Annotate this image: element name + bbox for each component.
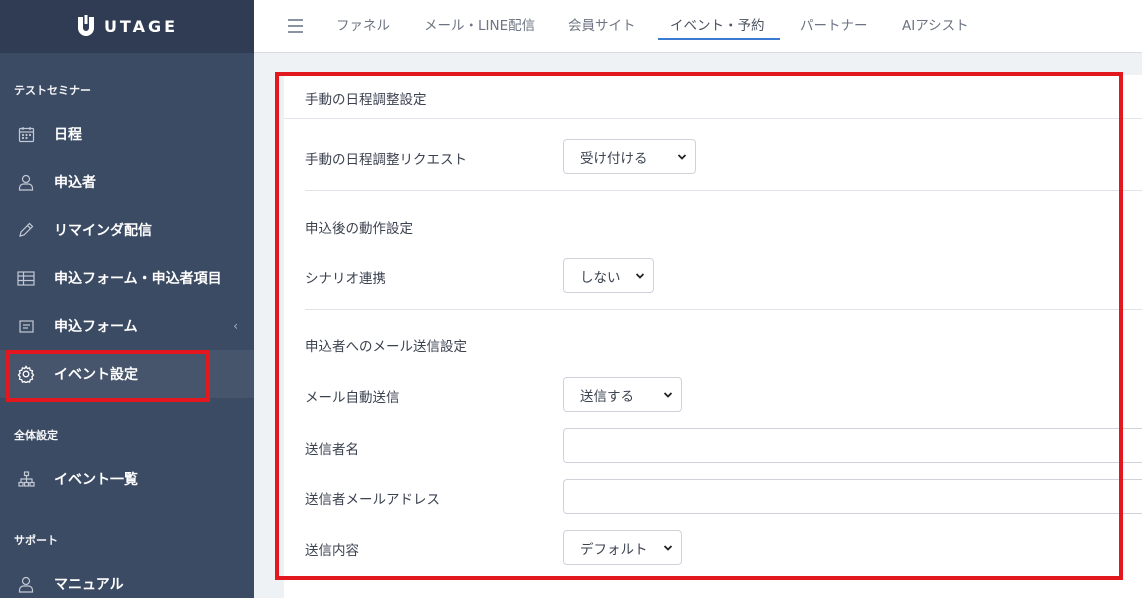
mail-heading: 申込者へのメール送信設定 <box>305 339 467 355</box>
form-icon <box>17 317 35 335</box>
hamburger-menu-icon[interactable] <box>288 19 303 33</box>
sidebar-item-form-fields[interactable]: 申込フォーム・申込者項目 <box>0 254 254 302</box>
chevron-down-icon <box>635 272 645 279</box>
content-select[interactable]: デフォルト <box>563 530 682 565</box>
after-apply-heading: 申込後の動作設定 <box>305 221 413 237</box>
sender-email-label: 送信者メールアドレス <box>305 492 440 508</box>
sender-name-label: 送信者名 <box>305 442 359 458</box>
sidebar-item-label: 申込フォーム <box>54 319 138 335</box>
chevron-down-icon <box>663 391 673 398</box>
manual-request-label: 手動の日程調整リクエスト <box>305 152 467 168</box>
scenario-value: しない <box>580 269 621 286</box>
tab-ai-assist[interactable]: AIアシスト <box>902 0 969 53</box>
user-icon <box>17 575 35 593</box>
card-header-title: 手動の日程調整設定 <box>305 92 427 108</box>
section-title-global: 全体設定 <box>14 429 58 442</box>
sidebar-item-label: 申込フォーム・申込者項目 <box>54 271 222 287</box>
chevron-down-icon <box>663 544 673 551</box>
logo-text: UTAGE <box>103 17 179 36</box>
tab-member-site[interactable]: 会員サイト <box>568 0 636 53</box>
content-value: デフォルト <box>580 541 648 558</box>
section-title-event: テストセミナー <box>14 84 91 97</box>
sidebar-item-reminder[interactable]: リマインダ配信 <box>0 206 254 254</box>
tab-mail-line[interactable]: メール・LINE配信 <box>424 0 535 53</box>
content-label: 送信内容 <box>305 543 359 559</box>
utage-logo-icon <box>77 14 94 36</box>
sitemap-icon <box>17 470 35 488</box>
chevron-left-icon: ‹ <box>233 319 238 333</box>
sidebar-item-manual[interactable]: マニュアル <box>0 560 254 598</box>
sidebar-item-label: イベント一覧 <box>54 472 138 488</box>
manual-request-select[interactable]: 受け付ける <box>563 139 696 174</box>
divider <box>305 190 1142 191</box>
sender-name-input[interactable] <box>563 428 1142 463</box>
table-icon <box>17 269 35 287</box>
user-icon <box>17 173 35 191</box>
sidebar-item-label: リマインダ配信 <box>54 223 152 239</box>
tab-event-reservation[interactable]: イベント・予約 <box>670 0 765 53</box>
divider <box>305 309 1142 310</box>
auto-mail-select[interactable]: 送信する <box>563 377 682 412</box>
sender-email-input[interactable] <box>563 479 1142 514</box>
tab-partner[interactable]: パートナー <box>800 0 868 53</box>
scenario-select[interactable]: しない <box>563 258 654 293</box>
tab-funnel[interactable]: ファネル <box>336 0 390 53</box>
pencil-icon <box>17 221 35 239</box>
sidebar-item-label: 申込者 <box>54 175 96 191</box>
sidebar-item-label: マニュアル <box>54 577 124 593</box>
chevron-down-icon <box>677 153 687 160</box>
sidebar-item-applicants[interactable]: 申込者 <box>0 158 254 206</box>
auto-mail-label: メール自動送信 <box>305 390 400 406</box>
calendar-icon <box>17 125 35 143</box>
sidebar-item-form[interactable]: 申込フォーム ‹ <box>0 302 254 350</box>
manual-request-value: 受け付ける <box>580 150 648 167</box>
logo[interactable]: UTAGE <box>76 14 179 39</box>
sidebar: UTAGE テストセミナー 日程 申込者 リマインダ配信 申込フォーム・申込者項… <box>0 0 254 598</box>
sidebar-item-schedule[interactable]: 日程 <box>0 110 254 158</box>
sidebar-item-event-list[interactable]: イベント一覧 <box>0 455 254 503</box>
logo-bar: UTAGE <box>0 0 254 53</box>
highlight-box-sidebar <box>6 350 210 402</box>
sidebar-item-label: 日程 <box>54 127 82 143</box>
section-title-support: サポート <box>14 534 58 547</box>
active-tab-indicator <box>658 38 780 40</box>
auto-mail-value: 送信する <box>580 388 634 405</box>
scenario-label: シナリオ連携 <box>305 271 386 287</box>
